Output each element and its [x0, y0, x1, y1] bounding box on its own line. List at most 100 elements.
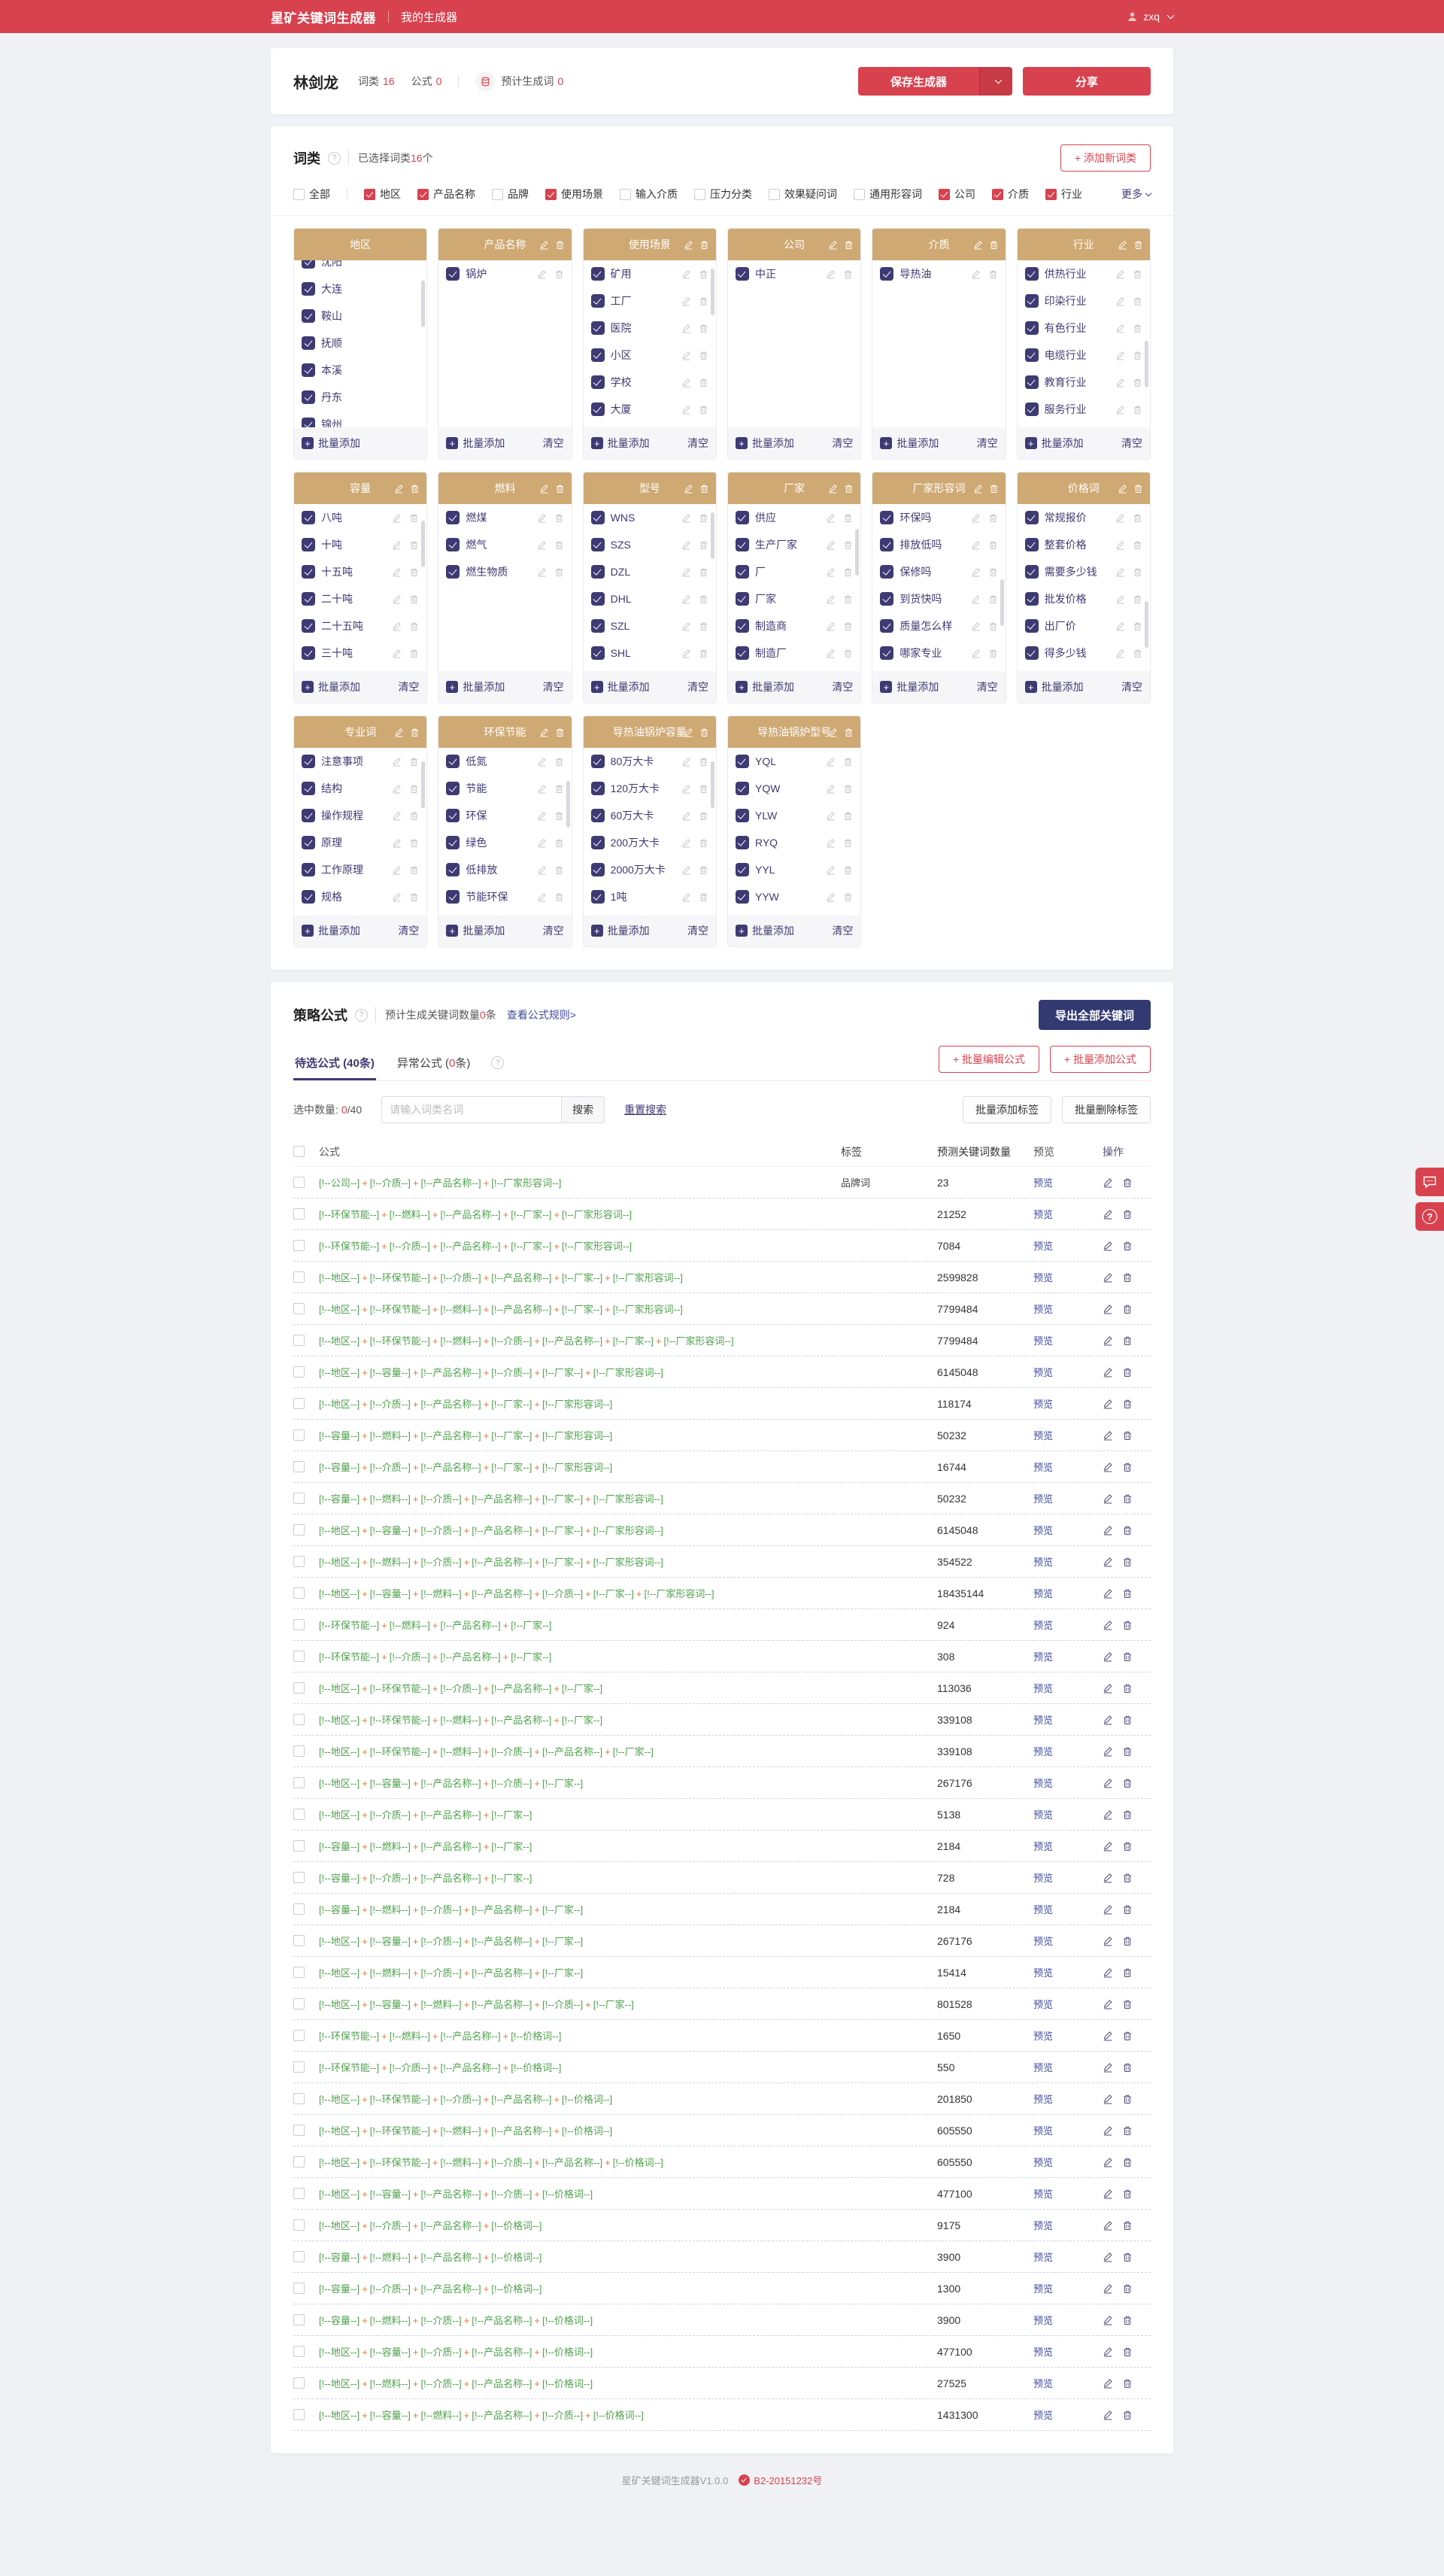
trash-icon[interactable] [1133, 649, 1142, 658]
row-preview-link[interactable]: 预览 [1033, 1746, 1053, 1757]
trash-icon[interactable] [1133, 567, 1142, 577]
row-checkbox[interactable] [293, 1619, 305, 1630]
clear-button[interactable]: 清空 [398, 679, 419, 694]
word-item-checkbox[interactable] [302, 836, 315, 849]
trash-icon[interactable] [699, 405, 708, 415]
edit-icon[interactable] [539, 484, 549, 494]
trash-icon[interactable] [1122, 2378, 1133, 2389]
batch-add-button[interactable]: 批量添加 [1024, 679, 1084, 694]
filter-checkbox[interactable] [417, 188, 429, 200]
edit-icon[interactable] [392, 784, 402, 794]
batch-add-button[interactable]: 批量添加 [880, 436, 939, 451]
panel-scrollbar[interactable] [710, 269, 714, 316]
row-preview-link[interactable]: 预览 [1033, 1936, 1053, 1947]
trash-icon[interactable] [554, 784, 564, 794]
edit-icon[interactable] [1115, 296, 1125, 306]
row-checkbox[interactable] [293, 1303, 305, 1314]
trash-icon[interactable] [409, 594, 419, 604]
word-item-checkbox[interactable] [1024, 267, 1039, 281]
edit-icon[interactable] [1103, 2157, 1113, 2167]
row-preview-link[interactable]: 预览 [1033, 2031, 1053, 2042]
edit-icon[interactable] [537, 892, 547, 902]
row-preview-link[interactable]: 预览 [1033, 1683, 1053, 1694]
row-preview-link[interactable]: 预览 [1033, 1557, 1053, 1568]
edit-icon[interactable] [681, 567, 691, 577]
clear-button[interactable]: 清空 [687, 679, 708, 694]
word-item-checkbox[interactable] [1024, 348, 1039, 362]
trash-icon[interactable] [988, 594, 998, 604]
word-item-checkbox[interactable] [1024, 321, 1039, 335]
select-all-checkbox[interactable] [293, 1146, 305, 1157]
clear-button[interactable]: 清空 [687, 436, 708, 451]
trash-icon[interactable] [1122, 1462, 1133, 1472]
edit-icon[interactable] [537, 513, 547, 523]
batch-add-button[interactable]: 批量添加 [302, 679, 360, 694]
trash-icon[interactable] [1133, 378, 1142, 387]
word-item-checkbox[interactable] [446, 863, 460, 876]
row-preview-link[interactable]: 预览 [1033, 2378, 1053, 2389]
trash-icon[interactable] [1122, 1367, 1133, 1378]
share-button[interactable]: 分享 [1023, 67, 1151, 96]
trash-icon[interactable] [1122, 1272, 1133, 1283]
word-item-checkbox[interactable] [590, 863, 605, 876]
edit-icon[interactable] [971, 594, 981, 604]
trash-icon[interactable] [988, 649, 998, 658]
trash-icon[interactable] [844, 240, 854, 250]
filter-checkbox[interactable] [1045, 188, 1057, 200]
row-preview-link[interactable]: 预览 [1033, 2125, 1053, 2137]
trash-icon[interactable] [988, 540, 998, 550]
edit-icon[interactable] [537, 269, 547, 279]
edit-icon[interactable] [971, 269, 981, 279]
trash-icon[interactable] [1133, 296, 1142, 306]
trash-icon[interactable] [699, 838, 708, 848]
trash-icon[interactable] [1122, 2189, 1133, 2199]
edit-icon[interactable] [1103, 1715, 1113, 1725]
word-item-checkbox[interactable] [735, 782, 749, 795]
word-item-checkbox[interactable] [735, 511, 749, 524]
row-checkbox[interactable] [293, 1745, 305, 1757]
batch-add-button[interactable]: 批量添加 [735, 436, 794, 451]
row-checkbox[interactable] [293, 1556, 305, 1567]
row-checkbox[interactable] [293, 1240, 305, 1251]
trash-icon[interactable] [1122, 1525, 1133, 1536]
batch-add-button[interactable]: 批量添加 [446, 436, 505, 451]
trash-icon[interactable] [843, 594, 853, 604]
trash-icon[interactable] [1122, 2410, 1133, 2420]
word-item-checkbox[interactable] [302, 538, 315, 551]
edit-icon[interactable] [392, 594, 402, 604]
batch-add-button[interactable]: 批量添加 [590, 436, 650, 451]
filter-checkbox[interactable] [364, 188, 375, 200]
trash-icon[interactable] [843, 649, 853, 658]
panel-scrollbar[interactable] [710, 761, 714, 808]
trash-icon[interactable] [1122, 2157, 1133, 2167]
word-item-checkbox[interactable] [446, 565, 460, 579]
edit-icon[interactable] [1103, 2347, 1113, 2357]
trash-icon[interactable] [699, 351, 708, 360]
trash-icon[interactable] [844, 484, 854, 494]
word-item-checkbox[interactable] [302, 755, 315, 768]
trash-icon[interactable] [699, 757, 708, 767]
clear-button[interactable]: 清空 [398, 923, 419, 938]
edit-icon[interactable] [681, 378, 691, 387]
edit-icon[interactable] [1103, 1209, 1113, 1220]
edit-icon[interactable] [392, 757, 402, 767]
edit-icon[interactable] [681, 324, 691, 333]
tab-abnormal-formulas[interactable]: 异常公式 (0条) [396, 1045, 472, 1080]
word-item-checkbox[interactable] [590, 646, 605, 660]
edit-icon[interactable] [1118, 484, 1127, 494]
tab-pending-formulas[interactable]: 待选公式 (40条) [293, 1045, 376, 1080]
trash-icon[interactable] [1122, 1936, 1133, 1946]
trash-icon[interactable] [1122, 1304, 1133, 1314]
trash-icon[interactable] [843, 621, 853, 631]
trash-icon[interactable] [699, 324, 708, 333]
edit-icon[interactable] [973, 240, 983, 250]
trash-icon[interactable] [699, 378, 708, 387]
row-checkbox[interactable] [293, 1524, 305, 1536]
word-item-checkbox[interactable] [1024, 646, 1039, 660]
category-filter[interactable]: 使用场景 [545, 187, 603, 202]
word-item-checkbox[interactable] [302, 309, 315, 323]
row-preview-link[interactable]: 预览 [1033, 1462, 1053, 1473]
row-checkbox[interactable] [293, 1714, 305, 1725]
row-checkbox[interactable] [293, 1398, 305, 1409]
clear-button[interactable]: 清空 [543, 679, 564, 694]
